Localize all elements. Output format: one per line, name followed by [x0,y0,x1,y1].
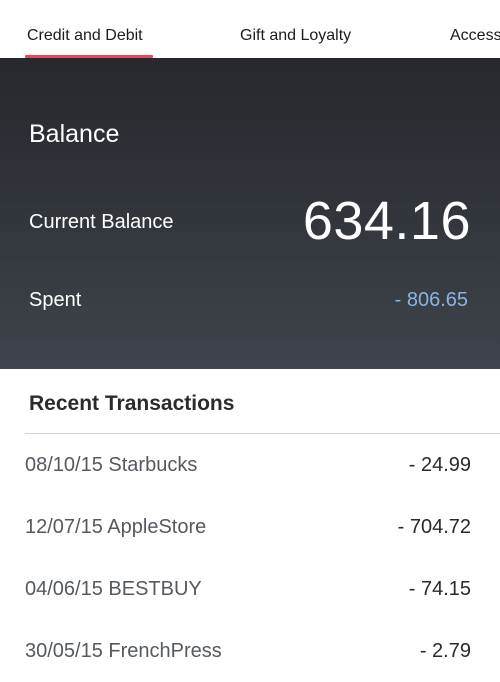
current-balance-label: Current Balance [29,211,174,233]
transaction-amount: - 24.99 [408,454,471,476]
tab-bar: Credit and Debit Gift and Loyalty Access [0,0,500,58]
recent-transactions-title: Recent Transactions [29,392,235,415]
spent-value: - 806.65 [394,289,468,311]
tab-access[interactable]: Access [450,27,500,45]
transaction-description: 30/05/15 FrenchPress [25,640,222,662]
spent-label: Spent [29,289,82,311]
transaction-description: 04/06/15 BESTBUY [25,578,202,600]
tab-credit-and-debit[interactable]: Credit and Debit [27,27,143,45]
tab-gift-and-loyalty[interactable]: Gift and Loyalty [240,27,351,45]
transaction-amount: - 74.15 [408,578,471,600]
transaction-list: 08/10/15 Starbucks - 24.99 12/07/15 Appl… [0,434,500,682]
transaction-description: 12/07/15 AppleStore [25,516,207,538]
transaction-amount: - 2.79 [419,640,471,662]
transaction-row[interactable]: 12/07/15 AppleStore - 704.72 [0,496,500,558]
transaction-amount: - 704.72 [397,516,471,538]
balance-card: Balance Current Balance 634.16 Spent - 8… [0,58,500,369]
balance-title: Balance [29,120,120,148]
transaction-description: 08/10/15 Starbucks [25,454,198,476]
transaction-row[interactable]: 04/06/15 BESTBUY - 74.15 [0,558,500,620]
current-balance-value: 634.16 [302,191,471,251]
transaction-row[interactable]: 30/05/15 FrenchPress - 2.79 [0,620,500,682]
transaction-row[interactable]: 08/10/15 Starbucks - 24.99 [0,434,500,496]
